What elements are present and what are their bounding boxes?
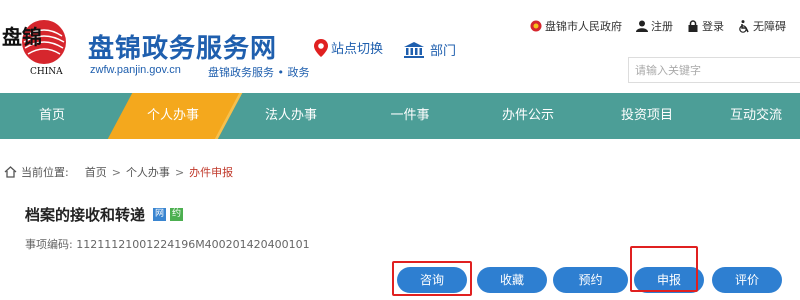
location-switch[interactable]: 站点切换 [314,38,383,57]
login-label: 登录 [702,20,724,33]
logo-china: CHINA [30,67,63,77]
nav-item-legal-person[interactable]: 法人办事 [236,93,346,139]
appointment-badge: 约 [170,208,184,221]
item-header: 档案的接收和转递 网 约 [25,204,187,225]
lock-icon [688,20,698,32]
breadcrumb-separator: > [111,165,121,179]
item-code-value: 11211121001224196M400201420400101 [76,238,310,251]
header: 盘锦 CHINA 盘锦政务服务网 zwfw.panjin.gov.cn 盘锦政务… [0,0,800,93]
breadcrumb-current: 办件申报 [189,166,234,179]
building-icon [404,41,424,58]
breadcrumb-prefix: 当前位置: [21,166,69,179]
location-switch-label: 站点切换 [331,42,384,57]
item-code-label: 事项编码: [25,238,73,251]
gov-link[interactable]: 盘锦市人民政府 [530,18,622,34]
logo-char: 盘锦 [2,25,42,49]
search-input[interactable] [628,57,800,83]
apply-button[interactable]: 申报 [634,267,704,293]
site-title[interactable]: 盘锦政务服务网 [88,28,277,65]
location-pin-icon [314,38,328,57]
favorite-button[interactable]: 收藏 [477,267,547,293]
reserve-button[interactable]: 预约 [553,267,628,293]
department-link[interactable]: 部门 [404,40,456,59]
emblem-icon [530,20,542,32]
user-icon [636,20,648,32]
accessibility-link[interactable]: 无障碍 [738,18,786,34]
nav-item-home[interactable]: 首页 [0,93,104,139]
item-code: 事项编码: 11211121001224196M400201420400101 [25,236,310,252]
nav-item-interaction[interactable]: 互动交流 [712,93,800,139]
consult-button[interactable]: 咨询 [397,267,467,293]
department-label: 部门 [430,44,457,59]
item-title: 档案的接收和转递 [25,206,146,224]
nav-item-personal[interactable]: 个人办事 [118,93,228,139]
main-nav: 首页 个人办事 法人办事 一件事 办件公示 投资项目 互动交流 [0,93,800,139]
accessibility-label: 无障碍 [753,20,786,33]
register-label: 注册 [651,20,673,33]
nav-item-publicity[interactable]: 办件公示 [473,93,583,139]
site-url[interactable]: zwfw.panjin.gov.cn [90,64,181,76]
wheelchair-icon [739,19,749,33]
top-links: 盘锦市人民政府 注册 登录 无障碍 [530,18,800,34]
register-link[interactable]: 注册 [636,18,673,34]
breadcrumb-home[interactable]: 首页 [85,164,107,180]
site-subtitle: 盘锦政务服务 • 政务 [208,66,310,79]
breadcrumb-separator: > [174,165,185,179]
breadcrumb-personal[interactable]: 个人办事 [126,164,170,180]
nav-item-investment[interactable]: 投资项目 [592,93,702,139]
panjin-logo[interactable]: 盘锦 CHINA [0,14,80,78]
home-icon [4,166,17,178]
login-link[interactable]: 登录 [687,18,724,34]
rate-button[interactable]: 评价 [712,267,782,293]
gov-link-label: 盘锦市人民政府 [545,20,622,33]
nav-item-one-thing[interactable]: 一件事 [355,93,465,139]
online-badge: 网 [153,208,167,221]
breadcrumb: 当前位置: 首页 > 个人办事 > 办件申报 [4,164,233,180]
